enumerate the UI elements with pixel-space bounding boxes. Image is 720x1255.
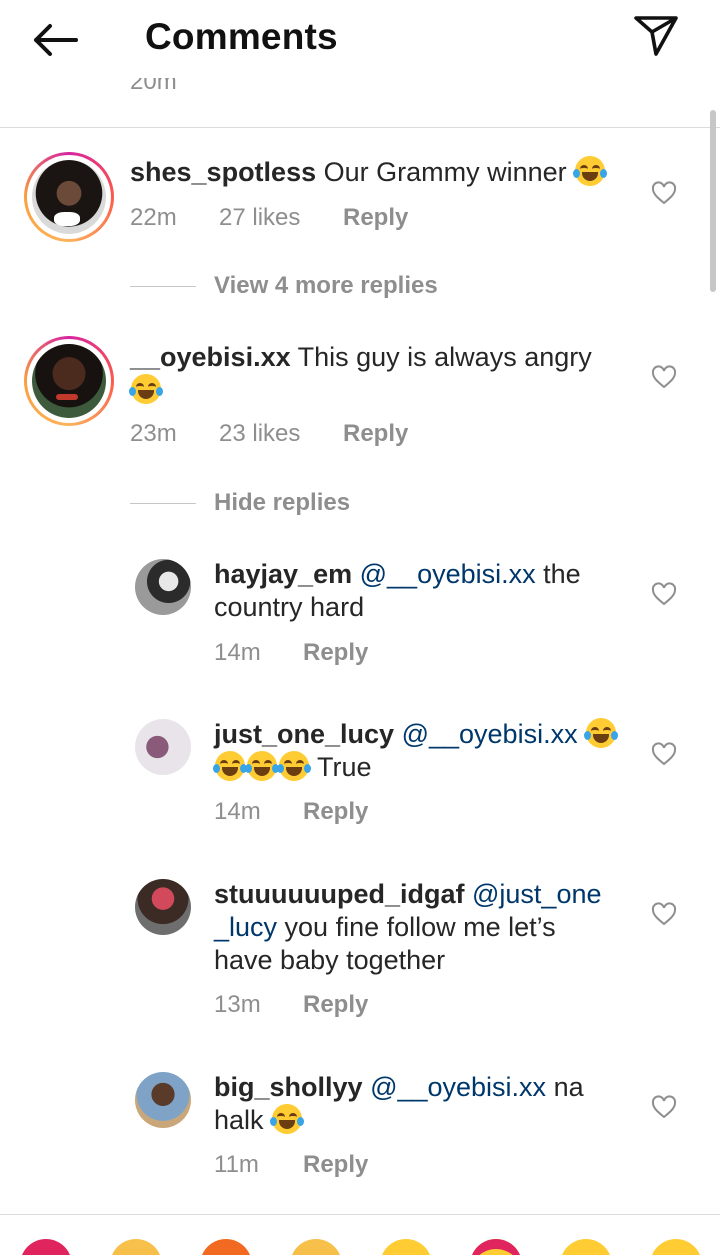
face-with-tears-of-joy-emoji [129,374,163,404]
reply-button[interactable]: Reply [343,420,408,448]
raising-hands-emoji[interactable] [110,1239,162,1255]
reply-text: the [535,559,581,589]
avatar[interactable] [24,152,114,242]
divider [130,285,196,287]
reply-text: have baby together [214,945,446,975]
heart-outline-icon[interactable] [651,365,677,389]
reply-button[interactable]: Reply [343,204,408,232]
reply-text: na [546,1072,584,1102]
mention-link[interactable]: @__oyebisi.xx [360,559,536,589]
face-with-tears-of-joy-emoji [573,156,608,186]
reply-time: 14m [214,798,261,825]
mention-link[interactable]: @__oyebisi.xx [370,1072,546,1102]
reply-button[interactable]: Reply [303,639,368,667]
fire-emoji[interactable] [200,1239,252,1255]
surprised-face-emoji[interactable] [560,1239,612,1255]
heart-outline-icon[interactable] [651,742,677,766]
reply-text: True [310,752,372,782]
face-with-tears-of-joy-emoji [245,751,279,781]
header-bar: Comments [0,0,720,78]
divider [0,127,720,128]
mention-link[interactable]: _lucy [214,912,277,942]
crying-laughing-face-emoji[interactable] [380,1239,432,1255]
reply-username[interactable]: hayjay_em [214,559,352,589]
back-arrow-icon[interactable] [28,18,84,62]
heart-outline-icon[interactable] [651,902,677,926]
face-with-tears-of-joy-emoji [270,1104,305,1134]
red-heart-emoji[interactable] [20,1239,72,1255]
reply-button[interactable]: Reply [303,798,368,826]
scrollbar[interactable] [710,110,716,292]
comment-likes[interactable]: 23 likes [219,420,343,448]
face-with-tears-of-joy-emoji [277,751,311,781]
avatar[interactable] [135,879,191,935]
mention-link[interactable]: @just_one [472,879,602,909]
comment-username[interactable]: __oyebisi.xx [130,342,291,372]
comment-time: 22m [130,204,177,231]
quick-reactions-bar [0,1215,720,1255]
reply-text: halk [214,1105,264,1135]
reply-button[interactable]: Reply [303,991,368,1019]
view-more-label: View 4 more replies [214,272,438,299]
comment-likes[interactable]: 27 likes [219,204,343,232]
hide-replies-button[interactable]: Hide replies [130,489,350,517]
mention-link[interactable]: @__oyebisi.xx [402,719,578,749]
clapping-hands-emoji[interactable] [290,1239,342,1255]
reply-text: you fine follow me let’s [277,912,556,942]
reply-time: 14m [214,639,261,666]
heart-outline-icon[interactable] [651,582,677,606]
avatar[interactable] [24,336,114,426]
face-with-tears-of-joy-emoji [213,751,247,781]
comment-timestamp-partial: 20m [130,78,177,95]
crying-laughing-face-emoji[interactable] [650,1239,702,1255]
avatar[interactable] [135,559,191,615]
avatar[interactable] [135,719,191,775]
reply-username[interactable]: just_one_lucy [214,719,394,749]
reply-time: 11m [214,1151,259,1178]
heart-outline-icon[interactable] [651,181,677,205]
comment-time: 23m [130,420,177,447]
heart-eyes-face-emoji[interactable] [470,1239,522,1255]
avatar[interactable] [135,1072,191,1128]
comment-text: This guy is always angry [297,342,592,372]
face-with-tears-of-joy-emoji [584,718,619,748]
reply-text: country hard [214,592,365,622]
paper-plane-icon[interactable] [630,12,682,60]
reply-time: 13m [214,991,261,1018]
hide-replies-label: Hide replies [214,489,351,516]
reply-username[interactable]: stuuuuuuped_idgaf [214,879,464,909]
reply-button[interactable]: Reply [303,1151,368,1179]
reply-username[interactable]: big_shollyy [214,1072,363,1102]
heart-outline-icon[interactable] [651,1095,677,1119]
page-title: Comments [145,16,338,57]
comment-text: Our Grammy winner [323,157,567,187]
view-more-replies-button[interactable]: View 4 more replies [130,272,438,300]
divider [130,502,196,504]
comment-username[interactable]: shes_spotless [130,157,316,187]
